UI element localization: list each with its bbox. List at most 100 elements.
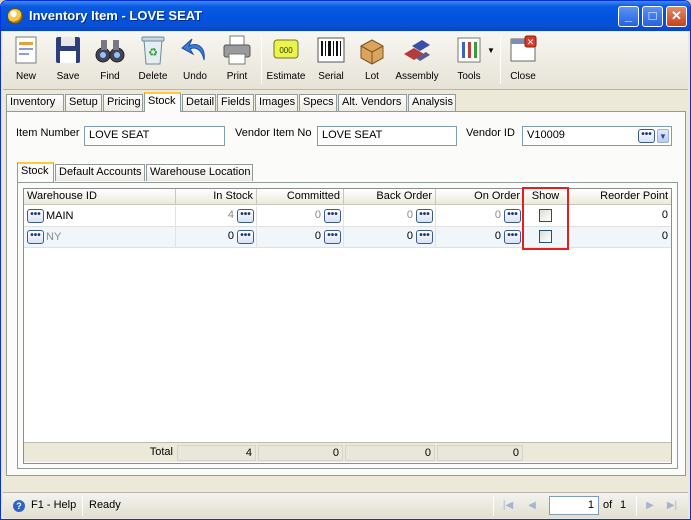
window-title: Inventory Item - LOVE SEAT [29, 8, 203, 23]
new-document-icon [11, 34, 41, 66]
tab-setup[interactable]: Setup [65, 94, 102, 111]
on-order-lookup-icon[interactable]: ••• [504, 230, 521, 244]
tools-button[interactable]: Tools [454, 34, 484, 88]
close-button[interactable]: ✕ Close [508, 34, 538, 88]
of-label: of [603, 499, 613, 511]
warehouse-lookup-icon[interactable]: ••• [27, 209, 44, 223]
table-row[interactable]: ••• NY 0 ••• 0 ••• 0 ••• 0 ••• 0 [24, 227, 671, 248]
print-button[interactable]: Print [222, 34, 252, 88]
tab-fields[interactable]: Fields [217, 94, 254, 111]
reorder-point-cell[interactable]: 0 [568, 227, 671, 248]
subtab-default-accounts[interactable]: Default Accounts [55, 164, 145, 181]
on-order-lookup-icon[interactable]: ••• [504, 209, 521, 223]
back-order-lookup-icon[interactable]: ••• [416, 230, 433, 244]
tab-inventory[interactable]: Inventory [6, 94, 64, 111]
tab-stock[interactable]: Stock [144, 92, 181, 112]
tab-detail[interactable]: Detail [182, 94, 216, 111]
total-pages: 1 [620, 499, 627, 511]
status-separator [493, 496, 494, 516]
on-order-cell[interactable]: 0 ••• [436, 206, 524, 227]
col-warehouse-id[interactable]: Warehouse ID [24, 189, 176, 205]
help-hint[interactable]: F1 - Help [31, 499, 76, 511]
in-stock-lookup-icon[interactable]: ••• [237, 230, 254, 244]
total-on-order: 0 [437, 445, 523, 461]
close-window-icon: ✕ [508, 34, 538, 66]
barcode-icon [316, 34, 346, 66]
col-committed[interactable]: Committed [257, 189, 344, 205]
total-back-order: 0 [345, 445, 435, 461]
undo-button[interactable]: Undo [180, 34, 210, 88]
stock-subpanel: Warehouse ID In Stock Committed Back Ord… [17, 182, 678, 469]
back-order-cell[interactable]: 0 ••• [344, 206, 436, 227]
subtab-warehouse-location[interactable]: Warehouse Location [146, 164, 253, 181]
find-button[interactable]: Find [95, 34, 125, 88]
stock-grid: Warehouse ID In Stock Committed Back Ord… [23, 188, 672, 464]
tab-alt-vendors[interactable]: Alt. Vendors [338, 94, 407, 111]
vendor-id-field[interactable]: V10009 ••• ▼ [522, 126, 672, 146]
boxes-icon [357, 34, 387, 66]
toolbar-separator [500, 36, 501, 84]
back-order-cell[interactable]: 0 ••• [344, 227, 436, 248]
svg-text:✕: ✕ [527, 37, 535, 47]
in-stock-lookup-icon[interactable]: ••• [237, 209, 254, 223]
tab-specs[interactable]: Specs [299, 94, 337, 111]
serial-button[interactable]: Serial [314, 34, 348, 88]
lot-button[interactable]: Lot [357, 34, 387, 88]
next-page-icon[interactable]: ▶ [643, 498, 657, 513]
warehouse-id-cell[interactable]: ••• MAIN [24, 206, 176, 227]
delete-button[interactable]: ♻ Delete [137, 34, 169, 88]
estimate-button[interactable]: 000 Estimate [266, 34, 306, 88]
col-on-order[interactable]: On Order [436, 189, 524, 205]
item-number-field[interactable]: LOVE SEAT [84, 126, 225, 146]
col-reorder-point[interactable]: Reorder Point [568, 189, 671, 205]
page-number-input[interactable]: 1 [549, 496, 599, 515]
first-page-icon[interactable]: |◀ [501, 498, 515, 513]
previous-page-icon[interactable]: ◀ [525, 498, 539, 513]
minimize-button[interactable]: _ [618, 6, 639, 27]
last-page-icon[interactable]: ▶| [665, 498, 679, 513]
total-label: Total [149, 446, 173, 458]
assembly-button[interactable]: Assembly [395, 34, 439, 88]
vendor-item-no-field[interactable]: LOVE SEAT [317, 126, 457, 146]
tab-analysis[interactable]: Analysis [408, 94, 456, 111]
printer-icon [222, 34, 252, 66]
col-back-order[interactable]: Back Order [344, 189, 436, 205]
subtab-stock[interactable]: Stock [17, 162, 54, 182]
vendor-id-lookup-icon[interactable]: ••• [638, 129, 655, 143]
tools-dropdown-icon[interactable]: ▼ [487, 46, 495, 55]
status-ready: Ready [89, 499, 121, 511]
warehouse-lookup-icon[interactable]: ••• [27, 230, 44, 244]
maximize-button[interactable]: □ [642, 6, 663, 27]
total-committed: 0 [258, 445, 343, 461]
status-separator [82, 496, 83, 516]
back-order-lookup-icon[interactable]: ••• [416, 209, 433, 223]
committed-lookup-icon[interactable]: ••• [324, 230, 341, 244]
vendor-item-no-label: Vendor Item No [235, 127, 312, 139]
vendor-id-label: Vendor ID [466, 127, 515, 139]
reorder-point-cell[interactable]: 0 [568, 206, 671, 227]
total-in-stock: 4 [177, 445, 256, 461]
in-stock-cell[interactable]: 0 ••• [176, 227, 257, 248]
svg-text:♻: ♻ [148, 47, 158, 59]
new-button[interactable]: New [11, 34, 41, 88]
close-window-button[interactable]: ✕ [666, 6, 687, 27]
status-separator [636, 496, 637, 516]
table-row[interactable]: ••• MAIN 4 ••• 0 ••• 0 ••• 0 ••• 0 [24, 206, 671, 227]
tab-pricing[interactable]: Pricing [103, 94, 143, 111]
committed-lookup-icon[interactable]: ••• [324, 209, 341, 223]
app-icon [7, 8, 23, 24]
vendor-id-value: V10009 [527, 129, 565, 141]
on-order-cell[interactable]: 0 ••• [436, 227, 524, 248]
chevron-down-icon[interactable]: ▼ [657, 129, 669, 143]
col-in-stock[interactable]: In Stock [176, 189, 257, 205]
warehouse-id-cell[interactable]: ••• NY [24, 227, 176, 248]
undo-arrow-icon [180, 34, 210, 66]
inventory-item-window: Inventory Item - LOVE SEAT _ □ ✕ New Sav… [0, 0, 691, 520]
committed-cell[interactable]: 0 ••• [257, 227, 344, 248]
in-stock-cell[interactable]: 4 ••• [176, 206, 257, 227]
help-icon[interactable]: ? [13, 500, 25, 512]
binoculars-icon [95, 34, 125, 66]
save-button[interactable]: Save [53, 34, 83, 88]
tab-images[interactable]: Images [255, 94, 298, 111]
committed-cell[interactable]: 0 ••• [257, 206, 344, 227]
